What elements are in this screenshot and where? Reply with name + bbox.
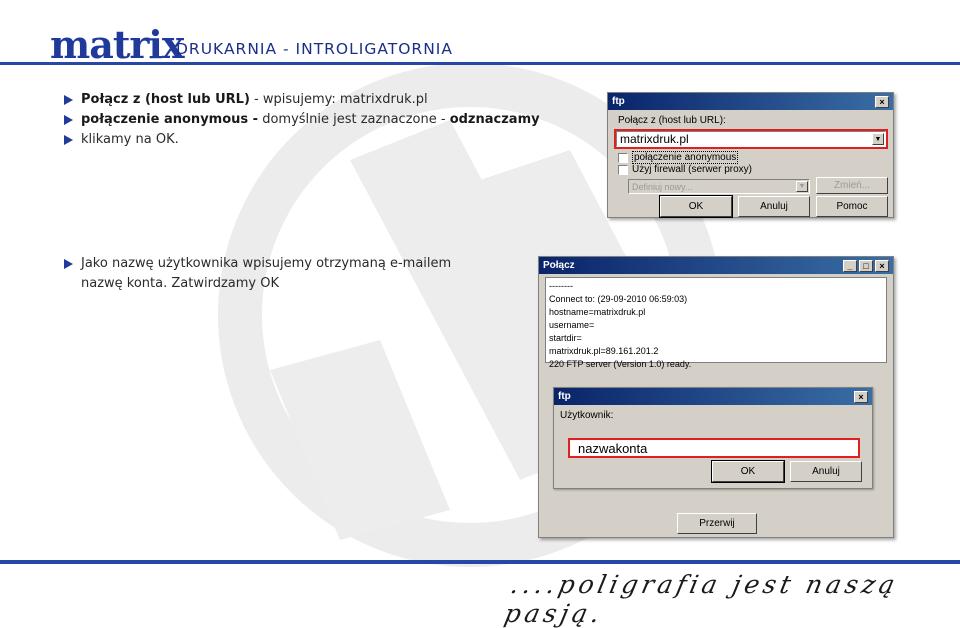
matrix-logo: matrix	[50, 22, 184, 67]
ok-button[interactable]: OK	[711, 460, 785, 483]
abort-button[interactable]: Przerwij	[677, 513, 757, 534]
dialog-title: ftp	[558, 391, 571, 402]
username-dialog: ftp × Użytkownik: nazwakonta OK Anuluj	[553, 387, 873, 489]
connection-log-window: Połącz _ □ × -------- Connect to: (29-09…	[538, 256, 894, 538]
dialog-titlebar: ftp ×	[554, 388, 872, 405]
highlight-frame	[614, 129, 888, 149]
window-title: Połącz	[543, 260, 575, 271]
minimize-icon[interactable]: _	[843, 259, 857, 272]
checkbox-box[interactable]	[618, 164, 628, 175]
connection-log: -------- Connect to: (29-09-2010 06:59:0…	[545, 277, 887, 369]
instructions-list-1: Połącz z (host lub URL) - wpisujemy: mat…	[62, 90, 540, 150]
chevron-down-icon[interactable]: ▼	[796, 181, 808, 192]
bullet-triangle-icon	[64, 259, 73, 269]
anonymous-checkbox[interactable]: połączenie anonymous	[618, 151, 739, 164]
username-input[interactable]: nazwakonta	[568, 438, 860, 458]
list-item: połączenie anonymous - domyślnie jest za…	[62, 110, 540, 130]
list-item: Połącz z (host lub URL) - wpisujemy: mat…	[62, 90, 540, 110]
dialog-title: ftp	[612, 96, 625, 107]
proxy-placeholder: Definiuj nowy...	[632, 181, 693, 192]
bullet-triangle-icon	[64, 95, 73, 105]
close-icon[interactable]: ×	[875, 95, 889, 108]
ftp-connect-dialog: ftp × Połącz z (host lub URL): matrixdru…	[607, 92, 894, 218]
close-icon[interactable]: ×	[875, 259, 889, 272]
checkbox-box[interactable]	[618, 152, 628, 163]
help-button[interactable]: Pomoc	[816, 196, 888, 217]
company-tagline: DRUKARNIA - INTROLIGATORNIA	[176, 40, 453, 58]
cancel-button[interactable]: Anuluj	[790, 461, 862, 482]
close-icon[interactable]: ×	[854, 390, 868, 403]
instructions-list-2: Jako nazwę użytkownika wpisujemy otrzyma…	[62, 254, 451, 294]
change-button[interactable]: Zmień...	[816, 177, 888, 194]
cancel-button[interactable]: Anuluj	[738, 196, 810, 217]
checkbox-label: Użyj firewall (serwer proxy)	[632, 164, 753, 175]
bullet-triangle-icon	[64, 135, 73, 145]
username-value: nazwakonta	[578, 440, 648, 456]
dialog-titlebar: ftp ×	[608, 93, 893, 110]
maximize-icon[interactable]: □	[859, 259, 873, 272]
window-titlebar: Połącz _ □ ×	[539, 257, 893, 274]
ok-button[interactable]: OK	[659, 195, 733, 218]
list-item: Jako nazwę użytkownika wpisujemy otrzyma…	[62, 254, 451, 294]
host-label: Połącz z (host lub URL):	[618, 115, 726, 126]
footer-divider	[0, 560, 960, 564]
firewall-checkbox[interactable]: Użyj firewall (serwer proxy)	[618, 164, 752, 175]
checkbox-label: połączenie anonymous	[632, 151, 739, 164]
list-item: klikamy na OK.	[62, 130, 540, 150]
proxy-select[interactable]: Definiuj nowy... ▼	[628, 179, 810, 194]
header-divider	[0, 62, 960, 65]
username-label: Użytkownik:	[560, 410, 614, 421]
bullet-triangle-icon	[64, 115, 73, 125]
footer-motto: ....poligrafia jest naszą pasją.	[501, 570, 902, 628]
